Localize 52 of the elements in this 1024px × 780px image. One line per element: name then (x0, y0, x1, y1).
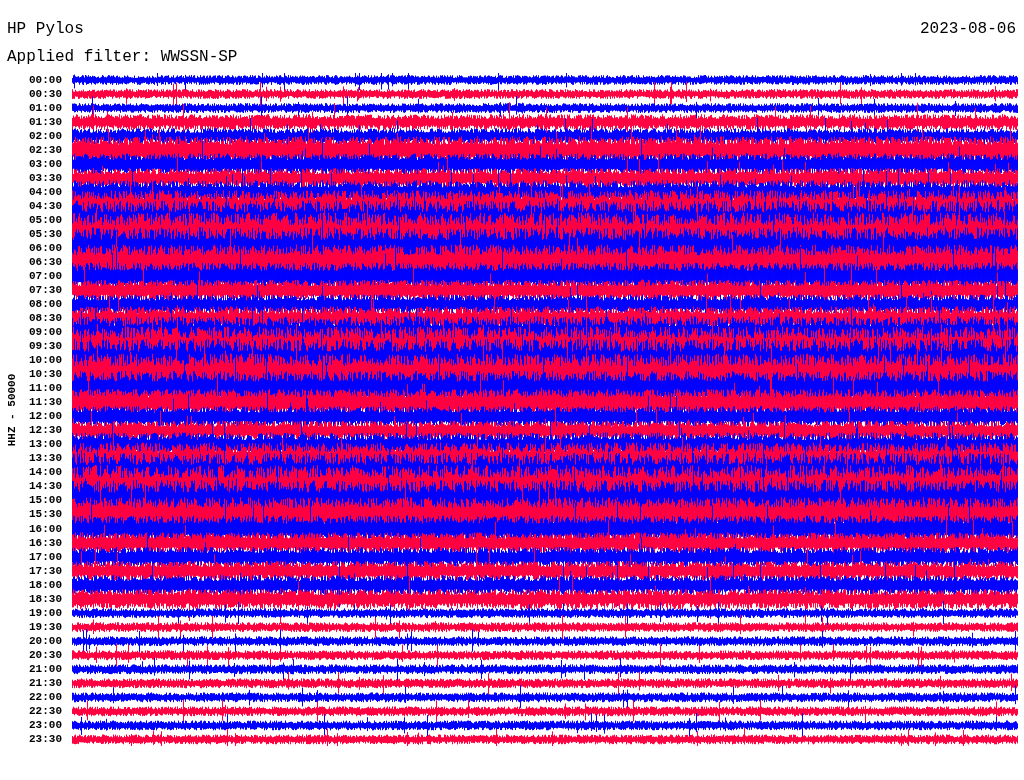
time-label: 01:00 (29, 101, 62, 116)
time-label: 19:00 (29, 605, 62, 620)
time-label: 10:00 (29, 353, 62, 368)
time-label: 08:00 (29, 297, 62, 312)
time-label: 10:30 (29, 367, 62, 382)
time-label: 21:30 (29, 675, 62, 690)
date-label: 2023-08-06 (920, 20, 1016, 38)
time-label: 13:30 (29, 451, 62, 466)
time-label: 06:30 (29, 255, 62, 270)
time-label: 00:30 (29, 87, 62, 102)
time-label: 04:00 (29, 185, 62, 200)
time-label: 06:00 (29, 241, 62, 256)
time-label: 16:00 (29, 521, 62, 536)
time-label: 16:30 (29, 535, 62, 550)
time-label: 17:30 (29, 563, 62, 578)
time-label: 09:00 (29, 325, 62, 340)
time-label: 03:30 (29, 171, 62, 186)
time-label: 12:00 (29, 409, 62, 424)
time-label: 07:30 (29, 283, 62, 298)
time-label: 01:30 (29, 115, 62, 130)
time-label: 13:00 (29, 437, 62, 452)
time-label: 21:00 (29, 661, 62, 676)
time-label: 20:00 (29, 633, 62, 648)
time-label: 08:30 (29, 311, 62, 326)
time-label: 04:30 (29, 199, 62, 214)
station-title: HP Pylos (7, 20, 84, 38)
time-label: 11:00 (29, 381, 62, 396)
time-label: 05:00 (29, 213, 62, 228)
time-label: 02:30 (29, 143, 62, 158)
time-label: 05:30 (29, 227, 62, 242)
channel-label: HHZ - 50000 (6, 373, 18, 447)
time-label: 18:00 (29, 577, 62, 592)
time-label: 02:00 (29, 129, 62, 144)
time-label: 22:00 (29, 689, 62, 704)
time-label: 00:00 (29, 73, 62, 87)
time-label: 14:30 (29, 479, 62, 494)
time-label: 23:30 (29, 731, 62, 746)
time-label: 07:00 (29, 269, 62, 284)
filter-label: Applied filter: WWSSN-SP (7, 48, 238, 66)
time-label: 20:30 (29, 647, 62, 662)
time-label: 09:30 (29, 339, 62, 354)
time-label: 14:00 (29, 465, 62, 480)
time-label: 19:30 (29, 619, 62, 634)
time-label: 15:00 (29, 493, 62, 508)
time-label: 03:00 (29, 157, 62, 172)
time-label: 12:30 (29, 423, 62, 438)
time-label: 11:30 (29, 395, 62, 410)
time-label: 18:30 (29, 591, 62, 606)
time-label: 15:30 (29, 507, 62, 522)
time-label: 23:00 (29, 717, 62, 732)
time-label: 17:00 (29, 549, 62, 564)
time-label: 22:30 (29, 703, 62, 718)
